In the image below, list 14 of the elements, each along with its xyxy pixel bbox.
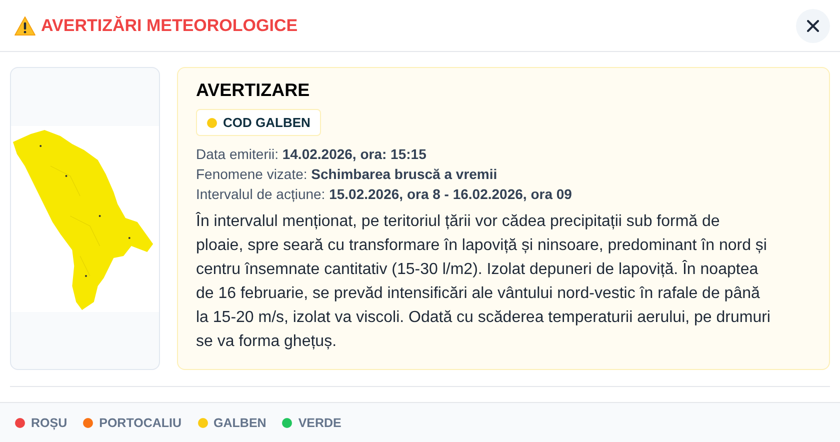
warning-icon xyxy=(14,16,36,36)
legend-label: VERDE xyxy=(298,416,342,430)
legend-label: ROȘU xyxy=(31,416,68,430)
legend-label: PORTOCALIU xyxy=(99,416,182,430)
detail-line: Data emiterii: 14.02.2026, ora: 15:15 xyxy=(196,145,428,164)
close-button[interactable] xyxy=(796,8,830,42)
legend-label: GALBEN xyxy=(214,416,266,430)
alert-level-label: COD GALBEN xyxy=(223,115,310,130)
warning-title: AVERTIZARE xyxy=(196,80,311,101)
detail-line: Intervalul de acțiune: 15.02.2026, ora 8 - 16.02.2026, ora 09 xyxy=(196,185,573,204)
dialog-title: AVERTIZĂRI METEOROLOGICE xyxy=(41,16,298,36)
warning-description: În intervalul menționat, pe teritoriul țării vor cădea precipitații sub formă de ploaie, spre seară cu transformare în lapoviță și ninsoare, predominant în nord și centru însemnate cantitativ (15-30 l/m2). Izolat depuneri de lapoviță. În noaptea de 16 februarie, se prevăd intensificări ale vântului nord-vestic în rafale de până la 15-20 m/s, izolat va viscoli. Odată cu scăderea temperaturii aerului, pe drumuri se va forma ghețuș. xyxy=(196,211,772,352)
close-icon xyxy=(807,20,819,32)
detail-line: Fenomene vizate: Schimbarea bruscă a vremii xyxy=(196,165,498,184)
